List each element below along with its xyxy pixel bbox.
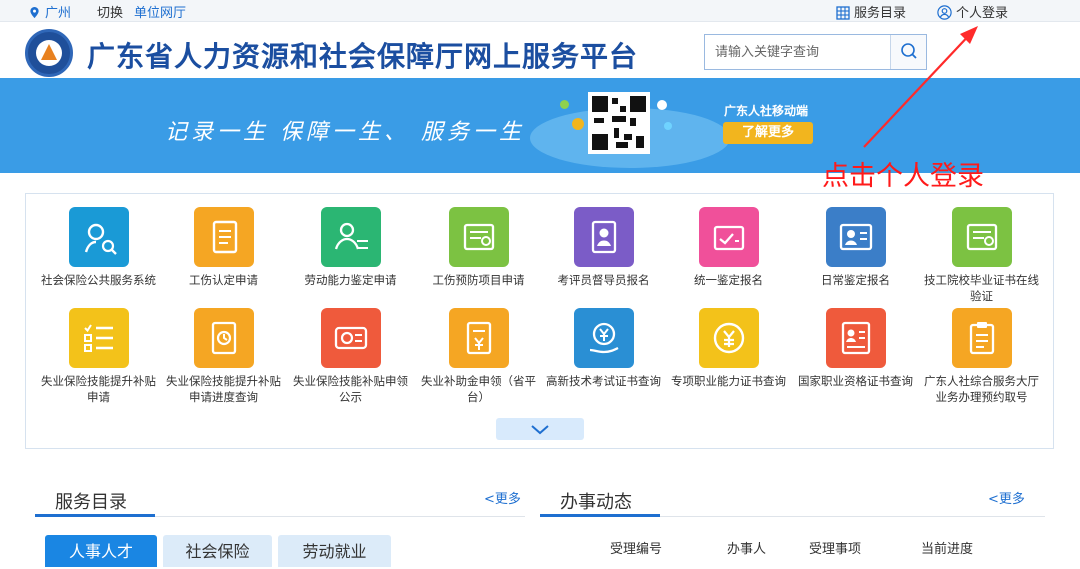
service-item[interactable]: 技工院校毕业证书在线验证 xyxy=(919,207,1044,304)
site-logo[interactable] xyxy=(25,29,73,77)
yuan-doc-icon xyxy=(448,308,509,368)
personal-login-link[interactable]: 个人登录 xyxy=(937,2,1008,21)
service-item-label: 广东人社综合服务大厅业务办理预约取号 xyxy=(924,374,1039,404)
location-pin-icon xyxy=(30,7,39,18)
chevron-down-icon xyxy=(531,425,549,435)
service-item[interactable]: 广东人社综合服务大厅业务办理预约取号 xyxy=(919,308,1044,405)
decor-bubble xyxy=(657,100,667,110)
news-section-title: 办事动态 xyxy=(560,492,632,513)
yuan-coin-icon xyxy=(698,308,759,368)
service-section-title: 服务目录 xyxy=(55,492,127,513)
location[interactable]: 广州 xyxy=(30,2,71,21)
top-bar: 广州 切换 单位网厅 服务目录 个人登录 xyxy=(0,0,1080,22)
profile-card-icon xyxy=(825,207,886,267)
section-underline xyxy=(540,514,660,517)
service-item[interactable]: 社会保险公共服务系统 xyxy=(36,207,161,288)
qr-code[interactable] xyxy=(588,92,650,154)
decor-bubble xyxy=(572,118,584,130)
expand-button[interactable] xyxy=(496,418,584,440)
services-panel: 社会保险公共服务系统 工伤认定申请 劳动能力鉴定申请 工伤预防项目申请 考评员督导员报名… xyxy=(25,193,1054,449)
news-more-link[interactable]: <更多 xyxy=(988,488,1025,507)
mobile-label: 广东人社移动端 xyxy=(724,104,809,118)
service-item[interactable]: 工伤预防项目申请 xyxy=(416,207,541,288)
service-item-label: 工伤预防项目申请 xyxy=(432,273,525,287)
certificate-icon xyxy=(448,207,509,267)
service-item[interactable]: 失业保险技能提升补贴申请 xyxy=(36,308,161,405)
section-underline xyxy=(35,514,155,517)
service-item-label: 失业补助金申领（省平台） xyxy=(421,374,536,404)
service-item[interactable]: 国家职业资格证书查询 xyxy=(793,308,918,389)
service-catalog-link[interactable]: 服务目录 xyxy=(836,2,906,21)
service-item-label: 工伤认定申请 xyxy=(189,273,258,287)
service-item[interactable]: 考评员督导员报名 xyxy=(541,207,666,288)
service-item-label: 考评员督导员报名 xyxy=(557,273,650,287)
service-item-label: 国家职业资格证书查询 xyxy=(798,374,913,388)
clipboard-icon xyxy=(951,308,1012,368)
service-item[interactable]: 工伤认定申请 xyxy=(161,207,286,288)
column-applicant: 办事人 xyxy=(727,542,767,557)
service-item[interactable]: 日常鉴定报名 xyxy=(793,207,918,288)
tab-hr-talent[interactable]: 人事人才 xyxy=(45,535,157,567)
service-item[interactable]: 统一鉴定报名 xyxy=(666,207,791,288)
service-item-label: 高新技术考试证书查询 xyxy=(546,374,661,388)
service-item-label: 日常鉴定报名 xyxy=(821,273,890,287)
service-item-label: 劳动能力鉴定申请 xyxy=(304,273,397,287)
progress-doc-icon xyxy=(193,308,254,368)
signup-card-icon xyxy=(698,207,759,267)
service-item[interactable]: 专项职业能力证书查询 xyxy=(666,308,791,389)
banner-slogan: 记录一生 保障一生、 服务一生 xyxy=(165,120,525,145)
id-card-icon xyxy=(825,308,886,368)
service-item-label: 统一鉴定报名 xyxy=(694,273,763,287)
learn-more-button[interactable]: 了解更多 xyxy=(723,122,813,144)
tab-social-insurance[interactable]: 社会保险 xyxy=(163,535,272,567)
column-item: 受理事项 xyxy=(809,542,862,557)
site-title: 广东省人力资源和社会保障厅网上服务平台 xyxy=(87,40,639,73)
document-icon xyxy=(193,207,254,267)
annotation-text: 点击个人登录 xyxy=(822,161,984,192)
column-progress: 当前进度 xyxy=(921,542,974,557)
unit-hall-link[interactable]: 单位网厅 xyxy=(134,2,186,21)
diploma-icon xyxy=(951,207,1012,267)
service-item[interactable]: 失业补助金申领（省平台） xyxy=(416,308,541,405)
grid-icon xyxy=(836,6,850,20)
service-item[interactable]: 劳动能力鉴定申请 xyxy=(288,207,413,288)
service-item-label: 社会保险公共服务系统 xyxy=(41,273,156,287)
decor-bubble xyxy=(560,100,569,109)
decor-bubble xyxy=(664,122,672,130)
service-more-link[interactable]: <更多 xyxy=(484,488,521,507)
service-item-label: 专项职业能力证书查询 xyxy=(671,374,786,388)
service-item[interactable]: 失业保险技能补贴申领公示 xyxy=(288,308,413,405)
personal-login-label: 个人登录 xyxy=(956,6,1009,21)
user-icon xyxy=(937,5,952,20)
tab-employment[interactable]: 劳动就业 xyxy=(278,535,391,567)
checklist-icon xyxy=(68,308,129,368)
id-badge-icon xyxy=(573,207,634,267)
service-item-label: 失业保险技能提升补贴申请进度查询 xyxy=(166,374,281,404)
column-accept-no: 受理编号 xyxy=(610,542,663,557)
search-user-icon xyxy=(68,207,129,267)
annotation-arrow-icon xyxy=(863,26,978,148)
city-label: 广州 xyxy=(45,6,72,21)
switch-link[interactable]: 切换 xyxy=(97,2,123,21)
bank-card-icon xyxy=(320,308,381,368)
users-exchange-icon xyxy=(320,207,381,267)
service-item[interactable]: 失业保险技能提升补贴申请进度查询 xyxy=(161,308,286,405)
service-item-label: 失业保险技能提升补贴申请 xyxy=(41,374,156,404)
service-item-label: 技工院校毕业证书在线验证 xyxy=(924,273,1039,303)
service-item-label: 失业保险技能补贴申领公示 xyxy=(293,374,408,404)
service-item[interactable]: 高新技术考试证书查询 xyxy=(541,308,666,389)
yuan-hand-icon xyxy=(573,308,634,368)
service-catalog-label: 服务目录 xyxy=(854,6,907,21)
